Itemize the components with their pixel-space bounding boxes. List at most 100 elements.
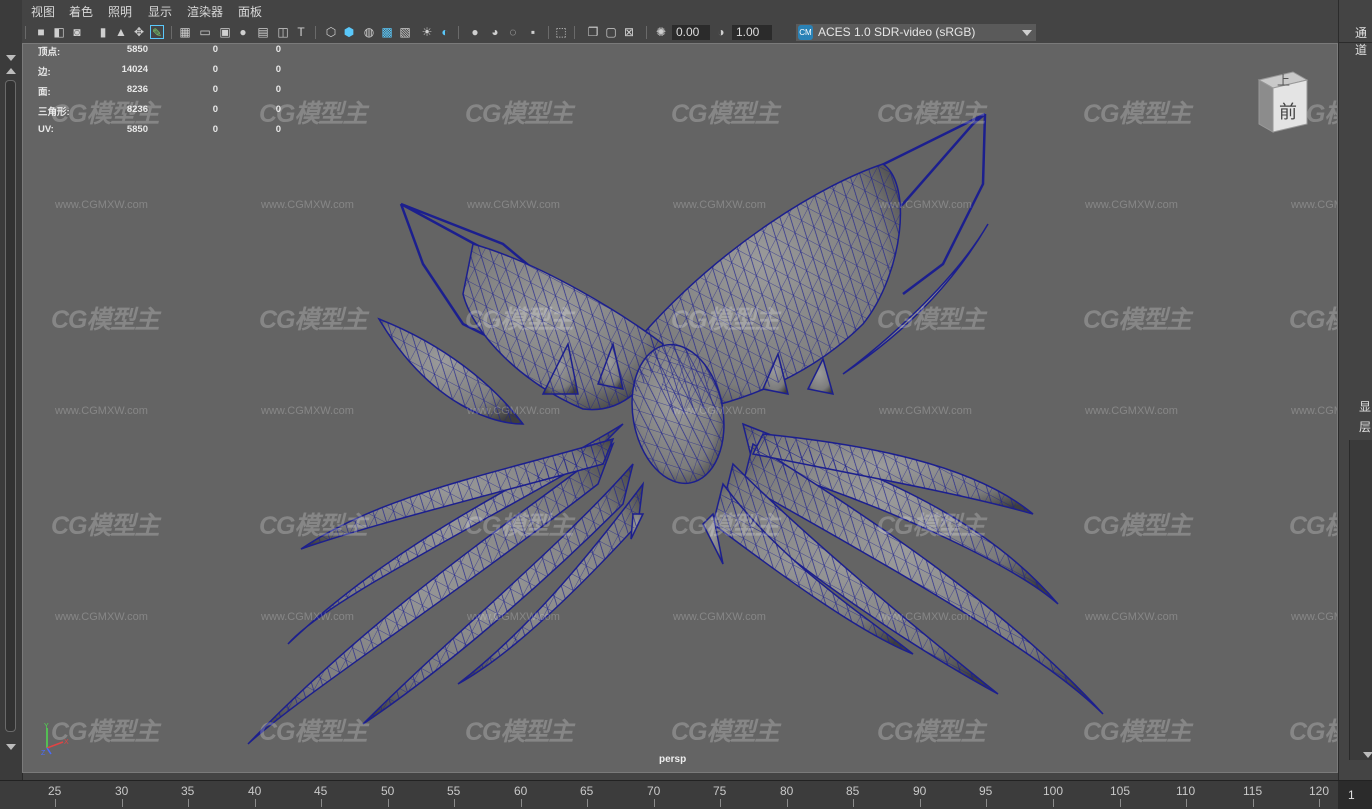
textured-icon[interactable]: ▩: [380, 25, 394, 39]
gamma-field[interactable]: 1.00: [732, 25, 772, 40]
use-all-lights-icon[interactable]: ▧: [398, 25, 412, 39]
watermark-logo: CG模型主: [1289, 512, 1337, 540]
view-cube[interactable]: 上 前: [1257, 70, 1309, 134]
backface-culling-icon[interactable]: ⊠: [622, 25, 636, 39]
time-tick-label: 60: [514, 784, 528, 798]
camera-icon[interactable]: ◙: [70, 25, 84, 39]
menu-lighting[interactable]: 照明: [108, 3, 132, 20]
toolbar-separator: [646, 26, 647, 39]
image-plane-icon[interactable]: ▲: [114, 25, 128, 39]
time-tick: [787, 799, 788, 807]
svg-text:Z: Z: [41, 750, 46, 756]
time-tick: [255, 799, 256, 807]
chevron-down-icon: [1022, 30, 1032, 36]
time-tick-label: 30: [115, 784, 129, 798]
wireframe-on-shaded-icon[interactable]: ◍: [362, 25, 376, 39]
film-gate-icon[interactable]: ▭: [198, 25, 212, 39]
time-tick: [1053, 799, 1054, 807]
wireframe-icon[interactable]: ⬡: [324, 25, 338, 39]
time-tick: [55, 799, 56, 807]
watermark-url: www.CGMXW.com: [1085, 611, 1178, 623]
menu-view[interactable]: 视图: [31, 3, 55, 20]
multisample-aa-icon[interactable]: ◕: [488, 25, 502, 39]
time-tick: [920, 799, 921, 807]
watermark-logo: CG模型主: [1083, 718, 1192, 746]
toolbar-separator: [574, 26, 575, 39]
field-chart-icon[interactable]: ▤: [256, 25, 270, 39]
watermark-logo: CG模型主: [51, 100, 160, 128]
watermark-logo: CG模型主: [51, 512, 160, 540]
persp-viewport[interactable]: 顶点: 5850 0 0 边: 14024 0 0 面: 8236 0 0 三角…: [22, 43, 1338, 773]
menu-show[interactable]: 显示: [148, 3, 172, 20]
camera-name-label: persp: [659, 754, 687, 765]
watermark-logo: CG模型主: [259, 512, 368, 540]
display-tab[interactable]: 显: [1359, 398, 1371, 415]
view-cube-front-label: 前: [1279, 102, 1297, 122]
watermark-url: www.CGMXW.com: [55, 611, 148, 623]
left-scrollbar[interactable]: [5, 80, 16, 732]
watermark-url: www.CGMXW.com: [55, 405, 148, 417]
camera-attributes-icon[interactable]: ◧: [52, 25, 66, 39]
watermark-url: www.CGMXW.com: [673, 405, 766, 417]
2d-pan-zoom-icon[interactable]: ✥: [132, 25, 146, 39]
grease-pencil-icon[interactable]: ✎: [150, 25, 164, 40]
depth-of-field-icon[interactable]: ◌: [506, 25, 520, 39]
scroll-up-icon[interactable]: [6, 68, 16, 74]
motion-blur-icon[interactable]: ●: [468, 25, 482, 39]
watermark-url: www.CGMXW.com: [1291, 199, 1337, 211]
time-tick: [321, 799, 322, 807]
time-tick: [1186, 799, 1187, 807]
scroll-down-icon[interactable]: [1363, 752, 1372, 758]
watermark-logo: CG模型主: [671, 100, 780, 128]
exposure-field[interactable]: 0.00: [672, 25, 710, 40]
time-tick-label: 50: [381, 784, 395, 798]
time-slider[interactable]: 25 30 35 40 45 50 55 60 65 70 75 80 85 9…: [0, 780, 1372, 809]
scroll-down-icon[interactable]: [6, 744, 16, 750]
time-tick-label: 45: [314, 784, 328, 798]
watermark-logo: CG模型主: [877, 512, 986, 540]
layer-tab[interactable]: 层: [1359, 418, 1371, 435]
menu-renderer[interactable]: 渲染器: [187, 3, 223, 20]
screen-space-ao-icon[interactable]: ◐: [438, 25, 452, 39]
safe-action-icon[interactable]: ◫: [276, 25, 290, 39]
color-management-icon[interactable]: CM: [798, 25, 813, 40]
left-shelf-strip: [0, 0, 23, 780]
toolbar-separator: [25, 26, 26, 39]
current-frame-field[interactable]: 1: [1338, 781, 1372, 809]
gate-mask-icon[interactable]: ●: [236, 25, 250, 39]
watermark-logo: CG模型主: [877, 718, 986, 746]
xray-joints-icon[interactable]: ❐: [586, 25, 600, 39]
grid-icon[interactable]: ▦: [178, 25, 192, 39]
layer-list[interactable]: [1349, 440, 1372, 760]
time-tick-label: 35: [181, 784, 195, 798]
xray-icon[interactable]: ⬚: [554, 25, 568, 39]
time-tick: [1319, 799, 1320, 807]
view-transform-dropdown[interactable]: CM ACES 1.0 SDR-video (sRGB): [796, 24, 1036, 41]
gamma-icon[interactable]: ◑: [714, 25, 728, 39]
time-tick: [986, 799, 987, 807]
watermark-url: www.CGMXW.com: [261, 611, 354, 623]
bookmark-icon[interactable]: ▮: [96, 25, 110, 39]
menu-shading[interactable]: 着色: [69, 3, 93, 20]
time-tick-label: 120: [1309, 784, 1330, 798]
menu-panels[interactable]: 面板: [238, 3, 262, 20]
resolution-gate-icon[interactable]: ▣: [218, 25, 232, 39]
channel-box-tab[interactable]: 通道: [1355, 24, 1372, 58]
shadows-icon[interactable]: ☀: [420, 25, 434, 39]
watermark-logo: CG模型主: [259, 100, 368, 128]
time-tick-label: 70: [647, 784, 661, 798]
xray-active-components-icon[interactable]: ▢: [604, 25, 618, 39]
camera-select-icon[interactable]: ■: [34, 25, 48, 39]
time-tick: [1120, 799, 1121, 807]
smooth-shade-icon[interactable]: ⬢: [342, 25, 356, 39]
safe-title-icon[interactable]: T: [294, 25, 308, 39]
view-transform-label: ACES 1.0 SDR-video (sRGB): [818, 25, 976, 39]
time-tick-label: 90: [913, 784, 927, 798]
axis-gizmo-icon: Y X Z: [41, 723, 69, 756]
collapse-arrow-icon[interactable]: [6, 55, 16, 61]
exposure-icon[interactable]: ✺: [654, 25, 668, 39]
time-tick-label: 115: [1243, 784, 1263, 798]
time-tick-label: 65: [580, 784, 594, 798]
watermark-url: www.CGMXW.com: [673, 611, 766, 623]
isolate-select-icon[interactable]: ▪: [526, 25, 540, 39]
